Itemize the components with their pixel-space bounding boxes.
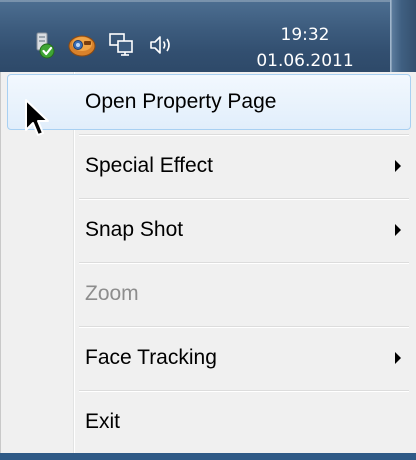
menu-item-label: Face Tracking — [85, 346, 217, 369]
network-display-icon[interactable] — [106, 30, 136, 60]
menu-separator — [79, 326, 409, 327]
webcam-app-icon[interactable] — [67, 30, 97, 60]
menu-item-label: Open Property Page — [85, 90, 277, 113]
network-status-icon[interactable] — [30, 30, 60, 60]
submenu-arrow-icon — [395, 160, 401, 172]
menu-item-label: Exit — [85, 410, 121, 433]
taskbar: 19:32 01.06.2011 — [0, 0, 416, 80]
taskbar-shine — [0, 0, 416, 2]
clock-time: 19:32 — [280, 25, 330, 45]
menu-item-face-tracking[interactable]: Face Tracking — [7, 330, 411, 386]
show-desktop-button[interactable] — [390, 0, 416, 80]
menu-item-label: Snap Shot — [85, 218, 184, 241]
menu-item-zoom: Zoom — [7, 266, 411, 322]
taskbar-clock[interactable]: 19:32 01.06.2011 — [240, 22, 370, 74]
menu-item-label: Special Effect — [85, 154, 214, 177]
tray-context-menu: Open Property Page Special Effect Snap S… — [0, 72, 416, 460]
menu-item-label: Zoom — [85, 282, 139, 305]
mouse-pointer-icon — [25, 99, 49, 136]
menu-item-snap-shot[interactable]: Snap Shot — [7, 202, 411, 258]
desktop-edge — [0, 453, 416, 460]
speaker-volume-icon[interactable] — [146, 30, 176, 60]
menu-item-special-effect[interactable]: Special Effect — [7, 138, 411, 194]
menu-separator — [79, 134, 409, 135]
menu-separator — [79, 198, 409, 199]
menu-separator — [79, 262, 409, 263]
submenu-arrow-icon — [395, 224, 401, 236]
menu-separator — [79, 390, 409, 391]
submenu-arrow-icon — [395, 352, 401, 364]
clock-date: 01.06.2011 — [256, 51, 354, 71]
menu-item-open-property-page[interactable]: Open Property Page — [7, 74, 411, 130]
menu-item-exit[interactable]: Exit — [7, 394, 411, 450]
